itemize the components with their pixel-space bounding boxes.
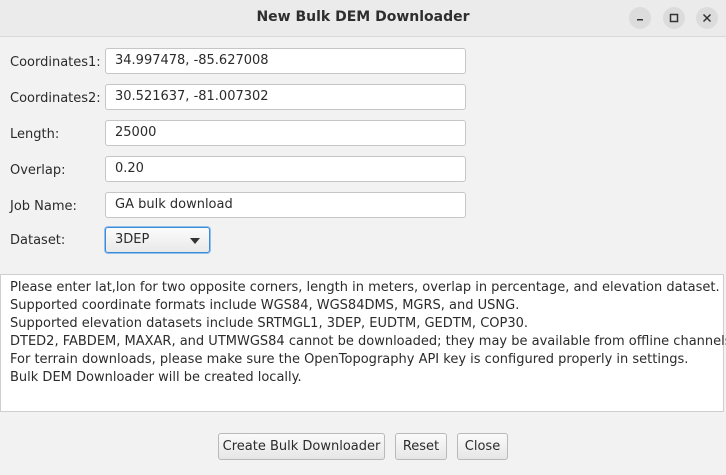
length-label: Length: bbox=[10, 127, 60, 142]
coordinates1-label: Coordinates1: bbox=[10, 55, 101, 70]
coordinates2-row: Coordinates2: 30.521637, -81.007302 bbox=[0, 84, 726, 114]
overlap-label: Overlap: bbox=[10, 163, 66, 178]
length-field[interactable]: 25000 bbox=[105, 120, 466, 146]
coordinates1-row: Coordinates1: 34.997478, -85.627008 bbox=[0, 48, 726, 78]
title-bar[interactable]: New Bulk DEM Downloader bbox=[0, 0, 726, 37]
create-bulk-downloader-button[interactable]: Create Bulk Downloader bbox=[218, 433, 385, 460]
info-line: For terrain downloads, please make sure … bbox=[10, 352, 689, 367]
minimize-button[interactable] bbox=[629, 7, 651, 29]
reset-button[interactable]: Reset bbox=[395, 433, 447, 460]
info-line: Please enter lat,lon for two opposite co… bbox=[10, 280, 720, 295]
job-name-row: Job Name: GA bulk download bbox=[0, 192, 726, 222]
coordinates2-field[interactable]: 30.521637, -81.007302 bbox=[105, 84, 466, 110]
coordinates1-field[interactable]: 34.997478, -85.627008 bbox=[105, 48, 466, 74]
close-icon bbox=[702, 13, 712, 23]
dataset-selected-value: 3DEP bbox=[115, 232, 150, 247]
coordinates2-label: Coordinates2: bbox=[10, 91, 101, 106]
dataset-select[interactable]: 3DEP bbox=[105, 227, 210, 253]
info-text-area[interactable]: Please enter lat,lon for two opposite co… bbox=[0, 274, 726, 412]
info-line: Supported coordinate formats include WGS… bbox=[10, 298, 520, 313]
window-title: New Bulk DEM Downloader bbox=[256, 9, 470, 25]
dataset-label: Dataset: bbox=[10, 233, 66, 248]
info-line: DTED2, FABDEM, MAXAR, and UTMWGS84 canno… bbox=[10, 334, 726, 349]
info-line: Bulk DEM Downloader will be created loca… bbox=[10, 370, 302, 385]
dialog-window: New Bulk DEM Downloader Coordinates1: 34… bbox=[0, 0, 726, 475]
info-line: Supported elevation datasets include SRT… bbox=[10, 316, 529, 331]
dataset-row: Dataset: 3DEP bbox=[0, 227, 726, 257]
close-window-button[interactable] bbox=[696, 7, 718, 29]
chevron-down-icon bbox=[190, 238, 200, 244]
overlap-row: Overlap: 0.20 bbox=[0, 156, 726, 186]
close-button[interactable]: Close bbox=[457, 433, 508, 460]
job-name-label: Job Name: bbox=[10, 199, 77, 214]
length-row: Length: 25000 bbox=[0, 120, 726, 150]
maximize-button[interactable] bbox=[663, 7, 685, 29]
job-name-field[interactable]: GA bulk download bbox=[105, 192, 466, 218]
overlap-field[interactable]: 0.20 bbox=[105, 156, 466, 182]
maximize-icon bbox=[669, 13, 679, 23]
minimize-icon bbox=[637, 19, 643, 21]
